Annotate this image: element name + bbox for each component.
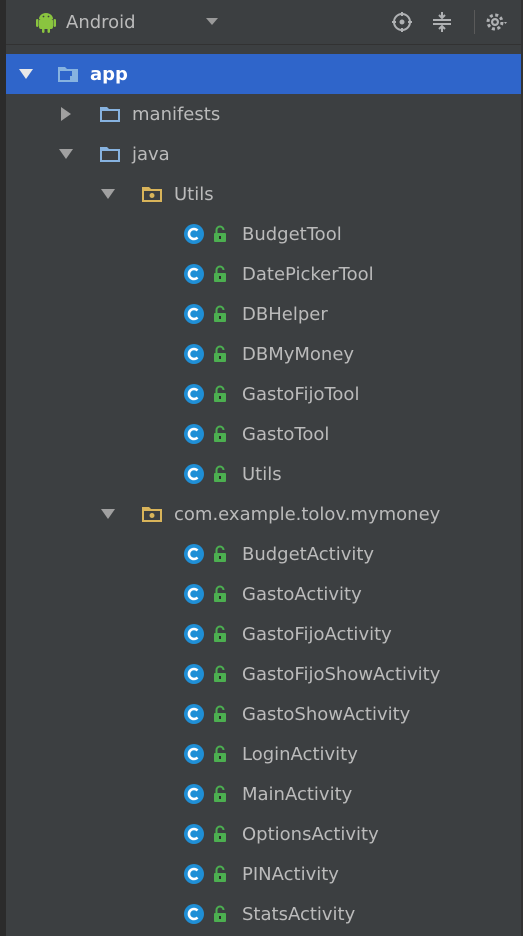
tree-node-label: Utils	[174, 183, 214, 205]
tree-node-manifests[interactable]: manifests	[6, 94, 521, 134]
class-name-label: GastoFijoShowActivity	[242, 663, 441, 685]
class-name-label: OptionsActivity	[242, 823, 379, 845]
lock-icon	[214, 625, 226, 642]
view-selector[interactable]: Android	[34, 10, 136, 34]
tree-node-class[interactable]: GastoShowActivity	[6, 694, 521, 734]
tree-node-class[interactable]: GastoTool	[6, 414, 521, 454]
lock-icon	[214, 345, 226, 362]
collapse-icon[interactable]	[430, 10, 454, 34]
lock-icon	[214, 585, 226, 602]
gear-icon[interactable]	[484, 10, 508, 34]
lock-icon	[214, 865, 226, 882]
class-name-label: GastoTool	[242, 423, 330, 445]
lock-icon	[214, 305, 226, 322]
tree-node-class[interactable]: DatePickerTool	[6, 254, 521, 294]
class-name-label: Utils	[242, 463, 282, 485]
expand-arrow-icon[interactable]	[100, 506, 116, 522]
project-tool-window: Android app manifests java Utils BudgetT…	[0, 0, 523, 936]
lock-icon	[214, 665, 226, 682]
class-icon	[184, 704, 204, 724]
tree-node-label: app	[90, 63, 128, 85]
tree-node-label: java	[132, 143, 170, 165]
tree-node-class[interactable]: BudgetTool	[6, 214, 521, 254]
class-icon	[184, 784, 204, 804]
class-icon	[184, 264, 204, 284]
chevron-down-icon[interactable]	[206, 18, 218, 25]
class-name-label: GastoFijoActivity	[242, 623, 392, 645]
tree-node-class[interactable]: OptionsActivity	[6, 814, 521, 854]
lock-icon	[214, 785, 226, 802]
project-tree: app manifests java Utils BudgetTool Date…	[6, 44, 521, 936]
class-name-label: DBHelper	[242, 303, 328, 325]
lock-icon	[214, 825, 226, 842]
class-icon	[184, 384, 204, 404]
expand-arrow-icon[interactable]	[18, 66, 34, 82]
tree-node-class[interactable]: DBMyMoney	[6, 334, 521, 374]
tree-node-package-main[interactable]: com.example.tolov.mymoney	[6, 494, 521, 534]
project-toolbar: Android	[6, 0, 521, 45]
lock-icon	[214, 385, 226, 402]
class-icon	[184, 664, 204, 684]
tree-node-class[interactable]: MainActivity	[6, 774, 521, 814]
expand-arrow-icon[interactable]	[100, 186, 116, 202]
android-icon	[36, 13, 56, 33]
expand-arrow-icon[interactable]	[58, 106, 74, 122]
class-name-label: StatsActivity	[242, 903, 356, 925]
class-name-label: GastoFijoTool	[242, 383, 360, 405]
lock-icon	[214, 425, 226, 442]
tree-node-class[interactable]: LoginActivity	[6, 734, 521, 774]
tree-node-class[interactable]: BudgetActivity	[6, 534, 521, 574]
tree-node-app[interactable]: app	[6, 54, 521, 94]
tree-node-class[interactable]: GastoActivity	[6, 574, 521, 614]
lock-icon	[214, 465, 226, 482]
view-selector-label: Android	[66, 11, 136, 33]
class-icon	[184, 544, 204, 564]
tree-node-class[interactable]: PINActivity	[6, 854, 521, 894]
class-name-label: DatePickerTool	[242, 263, 374, 285]
toolbar-separator	[474, 10, 475, 34]
class-icon	[184, 624, 204, 644]
module-folder-icon	[58, 67, 78, 82]
class-name-label: LoginActivity	[242, 743, 358, 765]
folder-icon	[100, 147, 120, 162]
class-icon	[184, 864, 204, 884]
class-icon	[184, 224, 204, 244]
tree-node-class[interactable]: StatsActivity	[6, 894, 521, 934]
class-name-label: DBMyMoney	[242, 343, 355, 365]
class-icon	[184, 904, 204, 924]
class-icon	[184, 304, 204, 324]
class-icon	[184, 584, 204, 604]
class-icon	[184, 344, 204, 364]
class-name-label: PINActivity	[242, 863, 339, 885]
lock-icon	[214, 745, 226, 762]
tree-node-class[interactable]: GastoFijoActivity	[6, 614, 521, 654]
tree-node-package-utils[interactable]: Utils	[6, 174, 521, 214]
package-icon	[142, 507, 162, 522]
tree-node-class[interactable]: GastoFijoShowActivity	[6, 654, 521, 694]
tree-node-label: manifests	[132, 103, 221, 125]
lock-icon	[214, 265, 226, 282]
tree-node-class[interactable]: GastoFijoTool	[6, 374, 521, 414]
package-icon	[142, 187, 162, 202]
folder-icon	[100, 107, 120, 122]
target-icon[interactable]	[390, 10, 414, 34]
tree-node-class[interactable]: DBHelper	[6, 294, 521, 334]
class-name-label: BudgetActivity	[242, 543, 375, 565]
class-name-label: GastoShowActivity	[242, 703, 411, 725]
tree-node-java[interactable]: java	[6, 134, 521, 174]
class-icon	[184, 824, 204, 844]
tree-node-label: com.example.tolov.mymoney	[174, 503, 441, 525]
class-name-label: GastoActivity	[242, 583, 362, 605]
lock-icon	[214, 705, 226, 722]
class-icon	[184, 744, 204, 764]
expand-arrow-icon[interactable]	[58, 146, 74, 162]
class-icon	[184, 424, 204, 444]
class-name-label: MainActivity	[242, 783, 353, 805]
class-icon	[184, 464, 204, 484]
lock-icon	[214, 545, 226, 562]
lock-icon	[214, 905, 226, 922]
lock-icon	[214, 225, 226, 242]
class-name-label: BudgetTool	[242, 223, 342, 245]
tree-node-class[interactable]: Utils	[6, 454, 521, 494]
